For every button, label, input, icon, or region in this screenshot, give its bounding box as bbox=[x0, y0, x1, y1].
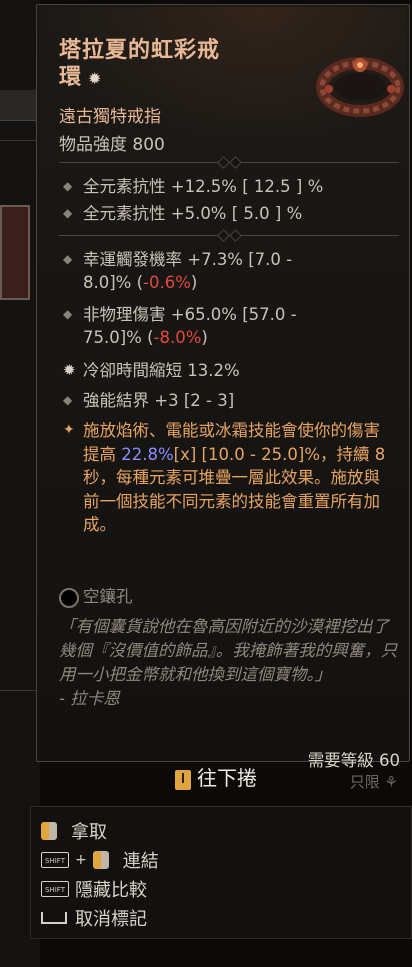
action-bar: 拿取 SHIFT + 連結 SHIFT 隱藏比較 取消標記 bbox=[30, 806, 412, 939]
scroll-down-hint[interactable]: 往下捲 bbox=[175, 762, 257, 791]
socket-icon bbox=[59, 587, 79, 608]
required-level: 需要等級 60 bbox=[307, 751, 400, 770]
account-bound: 只限 ⚘ bbox=[349, 773, 398, 791]
affix-lucky-hit: ◆ 幸運觸發機率 +7.3% [7.0 - 8.0]% (-0.6%) bbox=[63, 250, 293, 292]
item-tooltip: 塔拉夏的虹彩戒 環 ✹ 遠古獨特戒指 物品強度 800 ◆ 全元素抗性 +12.5… bbox=[36, 4, 410, 762]
empty-socket: 空鑲孔 bbox=[59, 583, 133, 608]
link-action[interactable]: SHIFT + 連結 bbox=[41, 847, 159, 873]
bullet-icon: ◆ bbox=[63, 179, 73, 193]
item-type: 遠古獨特戒指 bbox=[59, 107, 161, 127]
item-name-line2: 環 bbox=[59, 65, 83, 90]
legendary-power: ✦ 施放焰術、電能或冰霜技能會使你的傷害提高 22.8%[x] [10.0 - … bbox=[63, 421, 386, 534]
spacebar-icon bbox=[41, 912, 67, 924]
section-divider bbox=[59, 156, 399, 169]
flavor-text: 「有個囊貨說他在魯高因附近的沙漠裡挖出了幾個『沒價值的飾品』。我掩飾著我的興奮，… bbox=[59, 617, 398, 708]
section-divider bbox=[59, 229, 399, 242]
hide-compare-action[interactable]: SHIFT 隱藏比較 bbox=[41, 876, 147, 902]
implicit-stat: ◆ 全元素抗性 +12.5% [ 12.5 ] % bbox=[63, 177, 324, 196]
highlighted-value: 22.8% bbox=[121, 444, 174, 464]
affix-cooldown-reduction: ✹ 冷卻時間縮短 13.2% bbox=[63, 361, 240, 380]
pick-up-action[interactable]: 拿取 bbox=[41, 818, 107, 844]
unique-star-icon: ✹ bbox=[88, 69, 103, 88]
background-divider bbox=[0, 690, 38, 691]
negative-delta: -8.0% bbox=[153, 328, 202, 347]
item-power: 物品強度 800 bbox=[59, 135, 165, 155]
item-name: 塔拉夏的虹彩戒 環 ✹ bbox=[59, 37, 289, 92]
bullet-icon: ◆ bbox=[63, 206, 73, 220]
negative-delta: -0.6% bbox=[143, 273, 191, 292]
shift-key-icon: SHIFT bbox=[41, 852, 69, 868]
shift-key-icon: SHIFT bbox=[41, 881, 69, 897]
legendary-aspect-icon: ✦ bbox=[63, 422, 75, 438]
mouse-click-icon bbox=[41, 822, 57, 840]
background-item-slot bbox=[0, 205, 30, 300]
mouse-wheel-icon bbox=[175, 769, 191, 790]
bullet-icon: ◆ bbox=[63, 252, 73, 266]
affix-non-physical-damage: ◆ 非物理傷害 +65.0% [57.0 - 75.0]% (-8.0%) bbox=[63, 305, 297, 347]
greater-affix-star-icon: ✹ bbox=[63, 361, 76, 379]
unmark-action[interactable]: 取消標記 bbox=[41, 905, 147, 931]
affix-enhanced-ward: ◆ 強能結界 +3 [2 - 3] bbox=[63, 391, 235, 410]
background-divider bbox=[0, 140, 38, 141]
flavor-author: - 拉卡恩 bbox=[59, 689, 120, 708]
implicit-stat: ◆ 全元素抗性 +5.0% [ 5.0 ] % bbox=[63, 204, 303, 223]
item-name-line1: 塔拉夏的虹彩戒 bbox=[59, 38, 221, 63]
ring-icon bbox=[316, 57, 404, 117]
mouse-click-icon bbox=[92, 851, 109, 869]
bullet-icon: ◆ bbox=[63, 307, 73, 321]
background-tab bbox=[0, 90, 38, 121]
bullet-icon: ◆ bbox=[63, 393, 73, 407]
